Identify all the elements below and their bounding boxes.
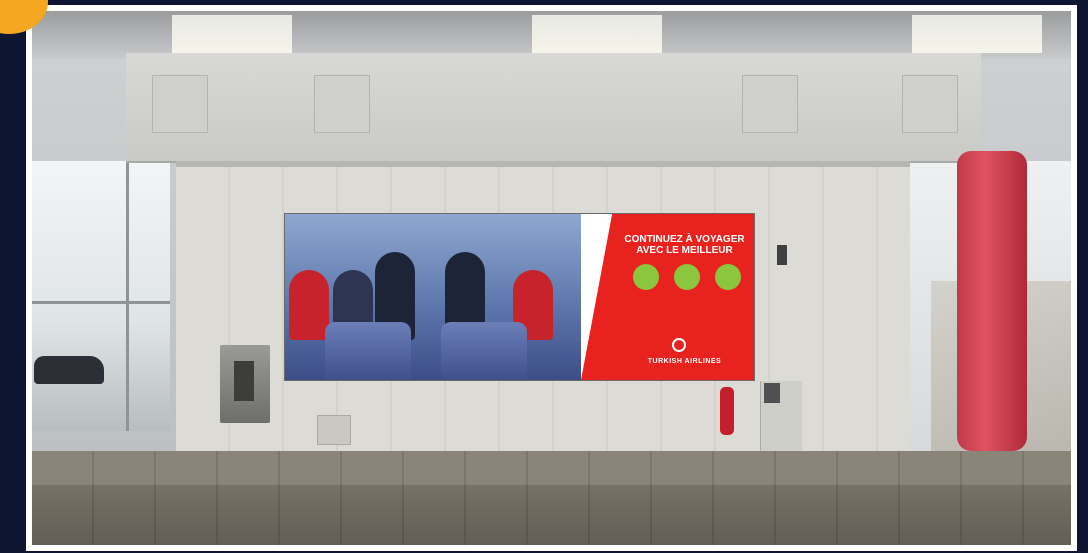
fire-alarm <box>764 383 780 403</box>
photo-frame: CONTINUEZ À VOYAGER AVEC LE MEILLEUR TUR… <box>26 5 1077 551</box>
ad-cabin-photo <box>285 214 581 380</box>
left-window <box>32 161 170 431</box>
payphone <box>220 345 270 423</box>
ad-badge <box>714 264 741 290</box>
ad-red-panel: CONTINUEZ À VOYAGER AVEC LE MEILLEUR TUR… <box>581 214 754 380</box>
ceiling <box>32 11 1071 59</box>
airline-logo-icon <box>671 338 686 352</box>
ad-badges <box>625 264 748 290</box>
ceiling-beam <box>126 53 981 163</box>
parked-car <box>34 356 104 384</box>
red-pillar <box>957 151 1027 451</box>
ad-badge <box>673 264 700 290</box>
ad-badge <box>632 264 659 290</box>
wall-sign <box>777 245 787 265</box>
ad-brand: TURKISH AIRLINES <box>647 358 722 365</box>
ad-headline: CONTINUEZ À VOYAGER AVEC LE MEILLEUR <box>624 234 745 256</box>
floor-shadow <box>32 485 1071 545</box>
fire-extinguisher <box>720 387 734 435</box>
terminal-photo: CONTINUEZ À VOYAGER AVEC LE MEILLEUR TUR… <box>32 11 1071 545</box>
wall-plate <box>317 415 351 445</box>
advertisement-screen: CONTINUEZ À VOYAGER AVEC LE MEILLEUR TUR… <box>284 213 755 381</box>
